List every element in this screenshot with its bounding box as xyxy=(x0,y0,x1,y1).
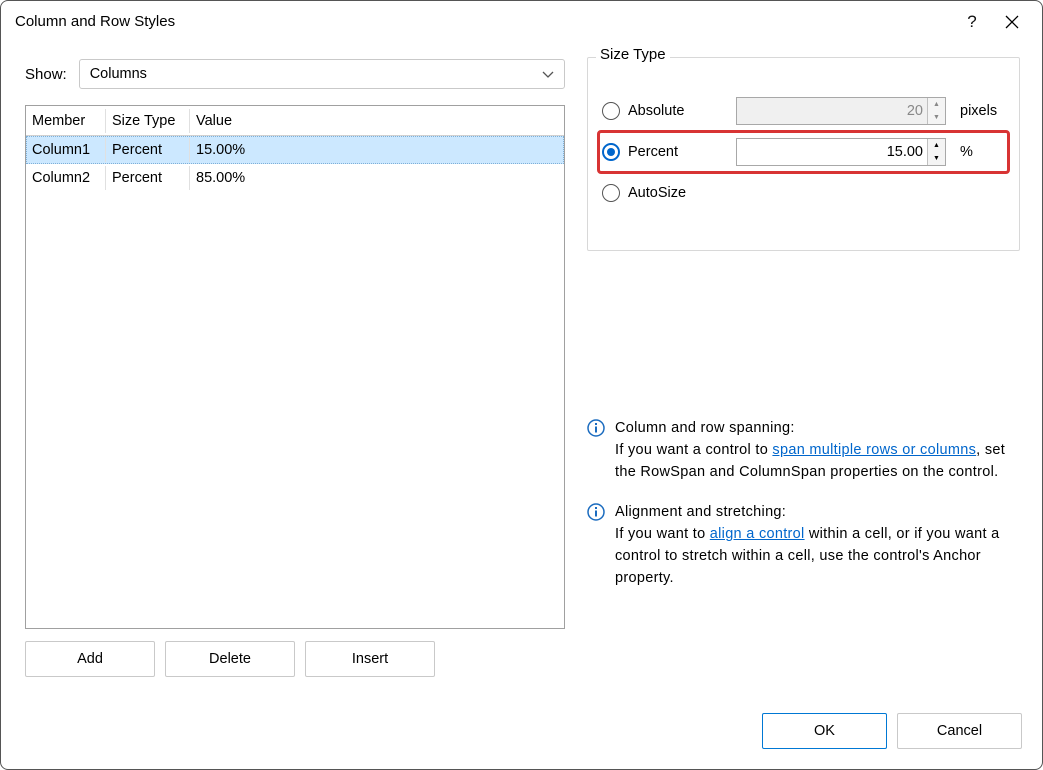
info-icon xyxy=(587,503,605,521)
autosize-row: AutoSize xyxy=(602,174,1005,212)
info-icon xyxy=(587,419,605,437)
table-row[interactable]: Column1 Percent 15.00% xyxy=(26,136,564,164)
show-dropdown-value: Columns xyxy=(90,66,147,82)
spinner-up-icon[interactable]: ▲ xyxy=(928,98,945,111)
absolute-value: 20 xyxy=(737,103,927,119)
header-member[interactable]: Member xyxy=(26,109,106,133)
info-section: Column and row spanning: If you want a c… xyxy=(587,417,1020,589)
span-text-1: If you want a control to xyxy=(615,442,772,458)
span-info: Column and row spanning: If you want a c… xyxy=(587,417,1020,483)
align-info: Alignment and stretching: If you want to… xyxy=(587,501,1020,589)
spinner-up-icon[interactable]: ▲ xyxy=(928,139,945,152)
align-title: Alignment and stretching: xyxy=(615,504,786,520)
insert-button[interactable]: Insert xyxy=(305,641,435,677)
autosize-radio[interactable] xyxy=(602,184,620,202)
sizetype-title: Size Type xyxy=(596,46,670,63)
spinner-down-icon[interactable]: ▼ xyxy=(928,152,945,165)
grid-header: Member Size Type Value xyxy=(26,106,564,136)
dialog-window: Column and Row Styles ? Show: Columns Me… xyxy=(0,0,1043,770)
dialog-footer: OK Cancel xyxy=(1,699,1042,769)
show-label: Show: xyxy=(25,66,67,83)
absolute-spinner: ▲ ▼ xyxy=(927,98,945,124)
cell-sizetype: Percent xyxy=(106,138,190,162)
radio-dot-icon xyxy=(607,148,615,156)
sizetype-group: Size Type Absolute 20 ▲ ▼ pixels xyxy=(587,57,1020,251)
show-row: Show: Columns xyxy=(25,57,565,91)
help-button[interactable]: ? xyxy=(952,7,992,37)
cancel-button[interactable]: Cancel xyxy=(897,713,1022,749)
header-value[interactable]: Value xyxy=(190,109,564,133)
percent-radio[interactable] xyxy=(602,143,620,161)
absolute-label: Absolute xyxy=(628,103,728,119)
align-info-text: Alignment and stretching: If you want to… xyxy=(615,501,1020,589)
content-area: Show: Columns Member Size Type Value Col… xyxy=(1,39,1042,699)
members-grid: Member Size Type Value Column1 Percent 1… xyxy=(25,105,565,629)
span-link[interactable]: span multiple rows or columns xyxy=(772,442,976,458)
span-info-text: Column and row spanning: If you want a c… xyxy=(615,417,1020,483)
spinner-down-icon[interactable]: ▼ xyxy=(928,111,945,124)
absolute-input[interactable]: 20 ▲ ▼ xyxy=(736,97,946,125)
cell-member: Column1 xyxy=(26,138,106,162)
add-button[interactable]: Add xyxy=(25,641,155,677)
autosize-label: AutoSize xyxy=(628,185,728,201)
table-row[interactable]: Column2 Percent 85.00% xyxy=(26,164,564,192)
cell-value: 85.00% xyxy=(190,166,564,190)
percent-value: 15.00 xyxy=(737,144,927,160)
cell-value: 15.00% xyxy=(190,138,564,162)
cell-member: Column2 xyxy=(26,166,106,190)
window-title: Column and Row Styles xyxy=(15,13,952,30)
right-pane: Size Type Absolute 20 ▲ ▼ pixels xyxy=(587,57,1020,677)
absolute-unit: pixels xyxy=(960,103,997,119)
percent-spinner: ▲ ▼ xyxy=(927,139,945,165)
grid-buttons: Add Delete Insert xyxy=(25,641,565,677)
chevron-down-icon xyxy=(542,66,554,82)
close-button[interactable] xyxy=(992,7,1032,37)
show-dropdown[interactable]: Columns xyxy=(79,59,565,89)
align-link[interactable]: align a control xyxy=(710,526,805,542)
highlight-box: Percent 15.00 ▲ ▼ % xyxy=(597,130,1010,174)
left-pane: Show: Columns Member Size Type Value Col… xyxy=(25,57,565,677)
percent-row: Percent 15.00 ▲ ▼ % xyxy=(602,137,1001,167)
align-text-1: If you want to xyxy=(615,526,710,542)
delete-button[interactable]: Delete xyxy=(165,641,295,677)
percent-input[interactable]: 15.00 ▲ ▼ xyxy=(736,138,946,166)
cell-sizetype: Percent xyxy=(106,166,190,190)
titlebar: Column and Row Styles ? xyxy=(1,1,1042,39)
close-icon xyxy=(1005,15,1019,29)
absolute-row: Absolute 20 ▲ ▼ pixels xyxy=(602,92,1005,130)
absolute-radio[interactable] xyxy=(602,102,620,120)
ok-button[interactable]: OK xyxy=(762,713,887,749)
percent-unit: % xyxy=(960,144,973,160)
header-sizetype[interactable]: Size Type xyxy=(106,109,190,133)
percent-label: Percent xyxy=(628,144,728,160)
span-title: Column and row spanning: xyxy=(615,420,795,436)
